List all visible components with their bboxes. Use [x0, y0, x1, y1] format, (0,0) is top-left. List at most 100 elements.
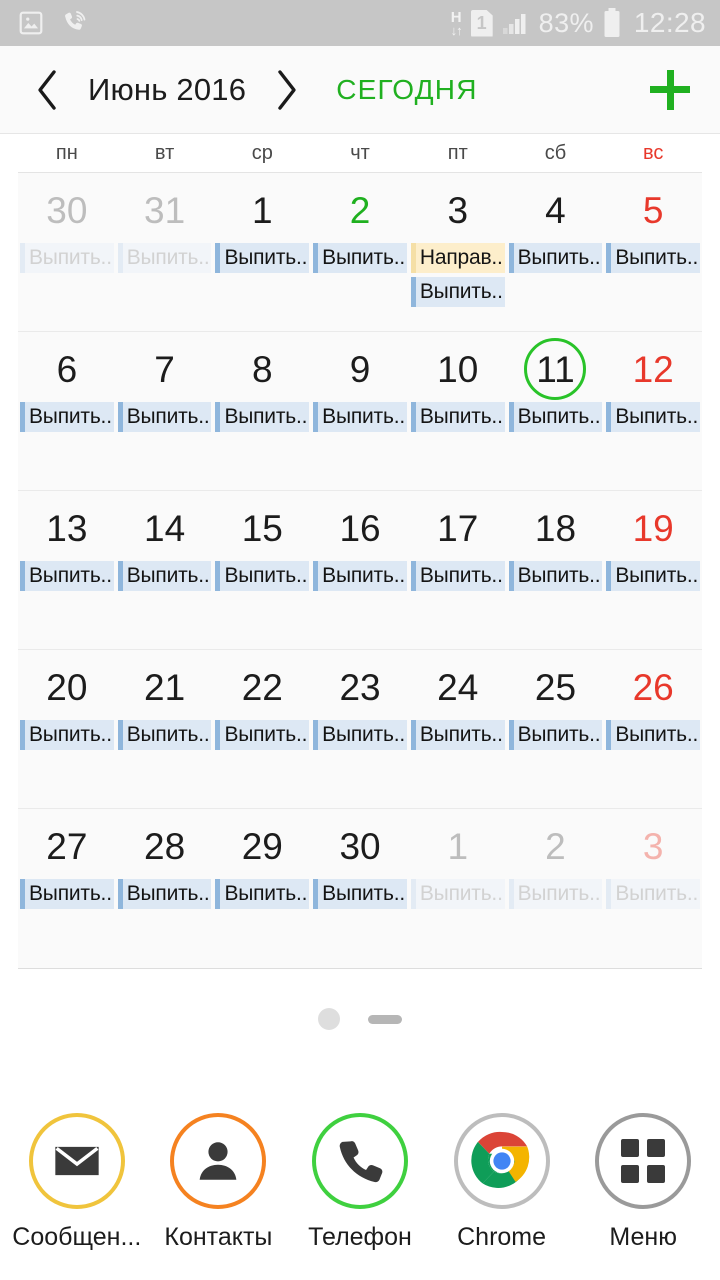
day-cell-5[interactable]: 5 Выпить.. [604, 173, 702, 331]
day-events: Выпить.. [18, 400, 116, 432]
event-chip[interactable]: Направ.. [410, 243, 505, 273]
day-cell-20[interactable]: 20 Выпить.. [18, 650, 116, 808]
event-chip[interactable]: Выпить.. [215, 720, 310, 750]
event-chip[interactable]: Выпить.. [606, 720, 701, 750]
prev-month-button[interactable] [16, 46, 78, 134]
day-cell-14[interactable]: 14 Выпить.. [116, 491, 214, 649]
day-cell-30[interactable]: 30 Выпить.. [311, 809, 409, 968]
day-cell-1[interactable]: 1 Выпить.. [409, 809, 507, 968]
event-chip[interactable]: Выпить.. [215, 402, 310, 432]
day-cell-3[interactable]: 3 Выпить.. [604, 809, 702, 968]
month-year-title[interactable]: Июнь 2016 [78, 72, 256, 108]
day-cell-1[interactable]: 1 Выпить.. [213, 173, 311, 331]
day-cell-11[interactable]: 11 Выпить.. [507, 332, 605, 490]
day-cell-9[interactable]: 9 Выпить.. [311, 332, 409, 490]
day-cell-24[interactable]: 24 Выпить.. [409, 650, 507, 808]
day-cell-10[interactable]: 10 Выпить.. [409, 332, 507, 490]
event-chip[interactable]: Выпить.. [20, 879, 114, 909]
day-cell-31[interactable]: 31 Выпить.. [116, 173, 214, 331]
event-chip[interactable]: Выпить.. [606, 243, 701, 273]
day-cell-23[interactable]: 23 Выпить.. [311, 650, 409, 808]
page-dot-circle[interactable] [318, 1008, 340, 1030]
event-chip[interactable]: Выпить.. [313, 243, 407, 273]
dock-item-tel[interactable]: Телефон [291, 1113, 429, 1252]
event-chip[interactable]: Выпить.. [117, 879, 212, 909]
day-cell-12[interactable]: 12 Выпить.. [604, 332, 702, 490]
event-chip[interactable]: Выпить.. [117, 720, 212, 750]
event-chip[interactable]: Выпить.. [508, 243, 603, 273]
day-cell-19[interactable]: 19 Выпить.. [604, 491, 702, 649]
day-number-wrap: 18 [507, 497, 605, 559]
event-chip[interactable]: Выпить.. [313, 720, 407, 750]
day-events: Направ.. Выпить.. [409, 241, 507, 307]
envelope-icon[interactable] [28, 1113, 125, 1209]
dock-item-con[interactable]: Контакты [149, 1113, 287, 1252]
day-cell-21[interactable]: 21 Выпить.. [116, 650, 214, 808]
event-chip[interactable]: Выпить.. [215, 879, 310, 909]
day-cell-2[interactable]: 2 Выпить.. [311, 173, 409, 331]
dock-item-chr[interactable]: Chrome [433, 1113, 571, 1252]
event-chip[interactable]: Выпить.. [508, 402, 603, 432]
day-cell-6[interactable]: 6 Выпить.. [18, 332, 116, 490]
day-events: Выпить.. [213, 877, 311, 909]
event-chip[interactable]: Выпить.. [606, 561, 701, 591]
event-chip[interactable]: Выпить.. [606, 879, 701, 909]
day-cell-3[interactable]: 3 Направ.. Выпить.. [409, 173, 507, 331]
day-number: 2 [349, 189, 371, 231]
event-chip[interactable]: Выпить.. [215, 243, 310, 273]
day-cell-27[interactable]: 27 Выпить.. [18, 809, 116, 968]
event-chip[interactable]: Выпить.. [606, 402, 701, 432]
day-cell-18[interactable]: 18 Выпить.. [507, 491, 605, 649]
dock-item-men[interactable]: Меню [574, 1113, 712, 1252]
dock-item-msg[interactable]: Сообщен... [8, 1113, 146, 1252]
event-chip[interactable]: Выпить.. [20, 243, 114, 273]
event-chip[interactable]: Выпить.. [410, 879, 505, 909]
day-cell-16[interactable]: 16 Выпить.. [311, 491, 409, 649]
event-chip[interactable]: Выпить.. [508, 879, 603, 909]
chrome-icon[interactable] [453, 1113, 550, 1209]
day-cell-30[interactable]: 30 Выпить.. [18, 173, 116, 331]
day-cell-22[interactable]: 22 Выпить.. [213, 650, 311, 808]
day-events: Выпить.. [507, 400, 605, 432]
day-cell-29[interactable]: 29 Выпить.. [213, 809, 311, 968]
event-chip[interactable]: Выпить.. [410, 402, 505, 432]
event-chip[interactable]: Выпить.. [410, 277, 505, 307]
day-cell-8[interactable]: 8 Выпить.. [213, 332, 311, 490]
person-icon[interactable] [170, 1113, 267, 1209]
page-dot-pill[interactable] [368, 1014, 402, 1024]
day-cell-26[interactable]: 26 Выпить.. [604, 650, 702, 808]
day-cell-17[interactable]: 17 Выпить.. [409, 491, 507, 649]
day-number-wrap: 1 [409, 815, 507, 877]
add-event-button[interactable] [636, 46, 704, 134]
calendar-month-grid[interactable]: 30 Выпить.. 31 Выпить.. 1 Выпить.. 2 Выпить.. 3 Н… [18, 172, 702, 969]
event-chip[interactable]: Выпить.. [215, 561, 310, 591]
day-cell-28[interactable]: 28 Выпить.. [116, 809, 214, 968]
phone-icon[interactable] [311, 1113, 408, 1209]
event-chip[interactable]: Выпить.. [20, 561, 114, 591]
day-number-wrap: 16 [311, 497, 409, 559]
event-chip[interactable]: Выпить.. [410, 720, 505, 750]
event-chip[interactable]: Выпить.. [508, 561, 603, 591]
weekday-label-3: чт [350, 141, 370, 164]
event-chip[interactable]: Выпить.. [117, 561, 212, 591]
calendar-week-row: 20 Выпить.. 21 Выпить.. 22 Выпить.. 23 Выпить..… [18, 650, 702, 809]
day-number: 13 [46, 507, 88, 549]
day-cell-13[interactable]: 13 Выпить.. [18, 491, 116, 649]
apps-grid-icon[interactable] [595, 1113, 692, 1209]
event-chip[interactable]: Выпить.. [410, 561, 505, 591]
day-cell-7[interactable]: 7 Выпить.. [116, 332, 214, 490]
event-chip[interactable]: Выпить.. [313, 402, 407, 432]
event-chip[interactable]: Выпить.. [20, 402, 114, 432]
day-cell-2[interactable]: 2 Выпить.. [507, 809, 605, 968]
event-chip[interactable]: Выпить.. [20, 720, 114, 750]
event-chip[interactable]: Выпить.. [313, 561, 407, 591]
next-month-button[interactable] [256, 46, 318, 134]
event-chip[interactable]: Выпить.. [313, 879, 407, 909]
event-chip[interactable]: Выпить.. [508, 720, 603, 750]
day-cell-15[interactable]: 15 Выпить.. [213, 491, 311, 649]
day-cell-25[interactable]: 25 Выпить.. [507, 650, 605, 808]
event-chip[interactable]: Выпить.. [117, 402, 212, 432]
day-cell-4[interactable]: 4 Выпить.. [507, 173, 605, 331]
today-button[interactable]: СЕГОДНЯ [336, 74, 477, 106]
event-chip[interactable]: Выпить.. [117, 243, 212, 273]
